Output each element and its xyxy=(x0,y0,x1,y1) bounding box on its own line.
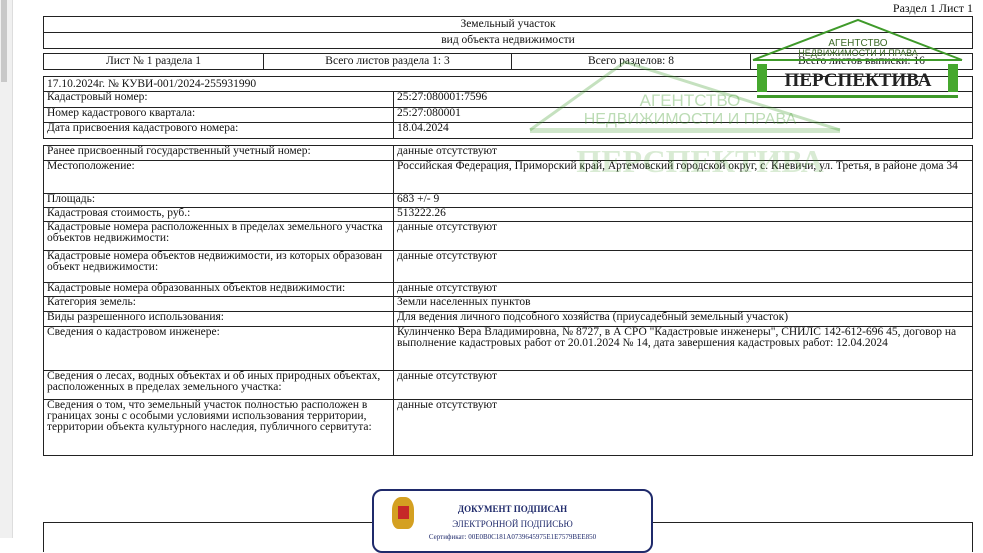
table-row: Кадастровые номера расположенных в преде… xyxy=(44,222,972,251)
object-title: Земельный участок xyxy=(460,18,556,30)
field-label: Кадастровые номера образованных объектов… xyxy=(44,283,394,296)
field-value: данные отсутствуют xyxy=(397,283,497,294)
section-sheets: Всего листов раздела 1: 3 xyxy=(264,54,512,69)
object-type: вид объекта недвижимости xyxy=(441,34,575,46)
table-row: Сведения о лесах, водных объектах и об и… xyxy=(44,371,972,400)
doc-number: 17.10.2024г. № КУВИ-001/2024-255931990 xyxy=(47,78,257,90)
field-label: Кадастровые номера расположенных в преде… xyxy=(44,222,394,250)
scrollbar[interactable] xyxy=(0,0,13,538)
table-row: Кадастровые номера образованных объектов… xyxy=(44,283,972,297)
field-value: 25:27:080001 xyxy=(397,108,461,119)
page-header: Раздел 1 Лист 1 xyxy=(892,1,973,15)
field-label: Дата присвоения кадастрового номера: xyxy=(44,123,394,138)
table-row: Виды разрешенного использования: Для веде… xyxy=(44,312,972,327)
signature-cert: Сертификат: 00E0B0C181A0739645975E1E7579… xyxy=(428,533,597,541)
field-label: Кадастровый номер: xyxy=(44,92,394,107)
table-row: Кадастровая стоимость, руб.: 513222.26 xyxy=(44,208,972,222)
coat-of-arms-icon xyxy=(392,497,414,529)
e-signature-stamp: ДОКУМЕНТ ПОДПИСАН ЭЛЕКТРОННОЙ ПОДПИСЬЮ С… xyxy=(372,489,653,553)
table-row: Номер кадастрового квартала: 25:27:080001 xyxy=(44,108,972,123)
field-value: данные отсутствуют xyxy=(397,371,497,382)
field-value: данные отсутствуют xyxy=(397,400,497,411)
table-row: Ранее присвоенный государственный учетны… xyxy=(44,146,972,161)
field-value: 18.04.2024 xyxy=(397,123,449,134)
field-label: Сведения о том, что земельный участок по… xyxy=(44,400,394,455)
table-row: Дата присвоения кадастрового номера: 18.0… xyxy=(44,123,972,138)
field-value: Для ведения личного подсобного хозяйства… xyxy=(397,312,789,323)
field-label: Сведения о лесах, водных объектах и об и… xyxy=(44,371,394,399)
field-label: Кадастровая стоимость, руб.: xyxy=(44,208,394,221)
field-label: Сведения о кадастровом инженере: xyxy=(44,327,394,370)
field-label: Кадастровые номера объектов недвижимости… xyxy=(44,251,394,282)
field-value: 683 +/- 9 xyxy=(397,194,440,205)
table-row: Местоположение: Российская Федерация, При… xyxy=(44,161,972,194)
details-table: Ранее присвоенный государственный учетны… xyxy=(43,145,973,456)
field-value: Земли населенных пунктов xyxy=(397,297,531,308)
field-label: Местоположение: xyxy=(44,161,394,193)
table-row: Сведения о кадастровом инженере: Кулинчен… xyxy=(44,327,972,371)
total-sheets: Всего листов выписки: 16 xyxy=(798,55,925,67)
field-value: Кулинченко Вера Владимировна, № 8727, в … xyxy=(397,327,957,349)
field-value: данные отсутствуют xyxy=(397,251,497,262)
field-label: Номер кадастрового квартала: xyxy=(44,108,394,122)
sheet-number: Лист № 1 раздела 1 xyxy=(44,54,264,69)
field-value: 25:27:080001:7596 xyxy=(397,92,488,103)
table-row: Кадастровые номера объектов недвижимости… xyxy=(44,251,972,283)
table-row: Категория земель: Земли населенных пункто… xyxy=(44,297,972,312)
field-label: Площадь: xyxy=(44,194,394,207)
field-value: Российская Федерация, Приморский край, А… xyxy=(397,161,958,172)
table-row: Сведения о том, что земельный участок по… xyxy=(44,400,972,455)
field-label: Ранее присвоенный государственный учетны… xyxy=(44,146,394,160)
signature-line2: ЭЛЕКТРОННОЙ ПОДПИСЬЮ xyxy=(452,519,573,529)
identity-table: 17.10.2024г. № КУВИ-001/2024-255931990 К… xyxy=(43,76,973,139)
field-label: Виды разрешенного использования: xyxy=(44,312,394,326)
field-value: данные отсутствуют xyxy=(397,146,497,157)
sheet-info: Лист № 1 раздела 1 Всего листов раздела … xyxy=(43,53,973,70)
table-row: Кадастровый номер: 25:27:080001:7596 xyxy=(44,92,972,108)
table-row: Площадь: 683 +/- 9 xyxy=(44,194,972,208)
total-sections: Всего разделов: 8 xyxy=(512,54,751,69)
field-value: данные отсутствуют xyxy=(397,222,497,233)
field-value: 513222.26 xyxy=(397,208,446,219)
title-table: Земельный участок вид объекта недвижимос… xyxy=(43,16,973,49)
scrollbar-thumb[interactable] xyxy=(1,0,7,82)
field-label: Категория земель: xyxy=(44,297,394,311)
signature-line1: ДОКУМЕНТ ПОДПИСАН xyxy=(457,504,568,514)
